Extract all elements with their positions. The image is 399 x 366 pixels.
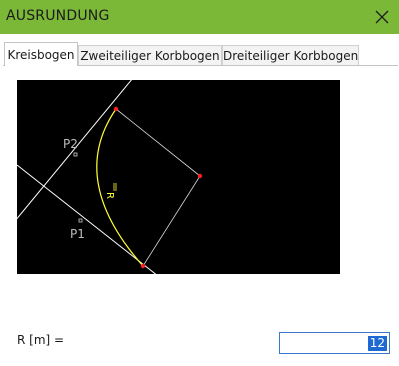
tab-kreisbogen[interactable]: Kreisbogen xyxy=(4,42,78,66)
tangent-line-lower xyxy=(16,164,159,277)
radius-value: 12 xyxy=(367,336,387,351)
p1-label: P1 xyxy=(70,227,85,241)
radius-line-upper xyxy=(115,108,201,177)
radius-input[interactable]: 12 xyxy=(279,332,390,354)
p2-label: P2 xyxy=(63,137,78,151)
tab-zweiteiliger-korbbogen[interactable]: Zweiteiliger Korbbogen xyxy=(78,45,222,65)
radius-mark: R xyxy=(104,192,115,199)
window-title: AUSRUNDUNG xyxy=(6,8,110,24)
close-icon xyxy=(375,10,389,24)
tangent-point-lower xyxy=(140,263,146,269)
fillet-preview-canvas: P2 P1 R xyxy=(14,77,340,277)
fillet-preview-drawing: P2 P1 R xyxy=(14,77,203,277)
tangent-point-upper xyxy=(113,106,119,112)
tab-strip: Kreisbogen Zweiteiliger Korbbogen Dreite… xyxy=(0,42,399,66)
close-button[interactable] xyxy=(365,0,399,34)
arc-center-point xyxy=(197,173,203,179)
p1-marker xyxy=(78,218,83,223)
title-bar: AUSRUNDUNG xyxy=(0,0,399,34)
tab-dreiteiliger-korbbogen[interactable]: Dreiteiliger Korbbogen xyxy=(222,45,359,65)
radius-line-lower xyxy=(142,175,201,267)
p2-marker xyxy=(73,152,78,157)
fillet-arc xyxy=(96,108,144,267)
radius-label: R [m] = xyxy=(17,333,65,347)
